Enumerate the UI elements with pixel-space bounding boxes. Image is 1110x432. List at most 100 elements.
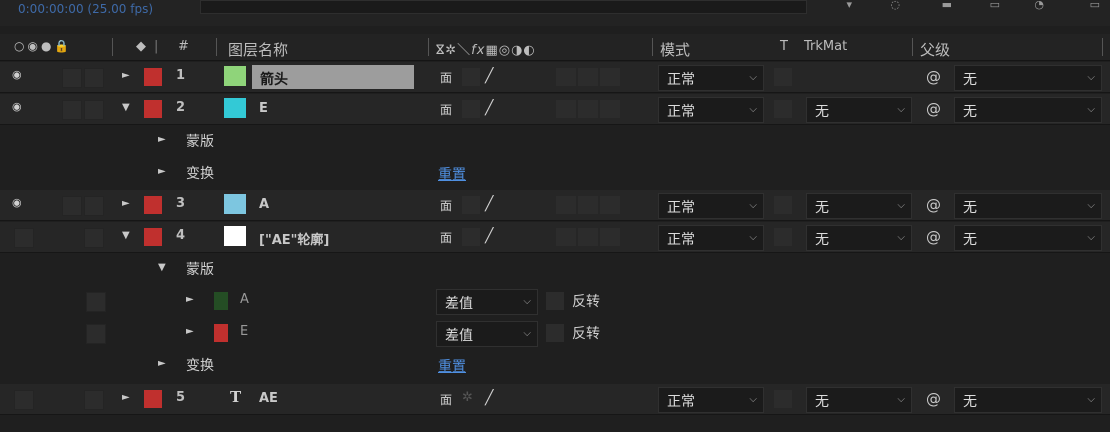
- invert-checkbox[interactable]: [546, 324, 564, 342]
- comp-flowchart-icon[interactable]: ▾: [846, 0, 852, 11]
- lock-toggle[interactable]: [84, 228, 104, 248]
- collapse-switch[interactable]: [462, 68, 480, 86]
- expand-arrow-icon[interactable]: ►: [122, 70, 130, 81]
- mask-lock-toggle[interactable]: [86, 292, 106, 312]
- expand-arrow-icon[interactable]: ►: [158, 134, 166, 145]
- quality-switch-icon[interactable]: ⾯: [440, 229, 452, 246]
- preserve-transparency-checkbox[interactable]: [774, 196, 792, 214]
- reset-link[interactable]: 重置: [438, 356, 466, 376]
- solo-toggle[interactable]: [62, 68, 82, 88]
- lock-toggle[interactable]: [84, 390, 104, 410]
- layer-row-1[interactable]: ◉ ► 1 箭头 ⾯ ╱ 正常 ⌵ @ 无 ⌵: [0, 62, 1110, 93]
- masks-group-row[interactable]: ► 蒙版: [0, 126, 1110, 156]
- search-input[interactable]: [200, 0, 807, 14]
- mask-mode-dropdown[interactable]: 差值 ⌵: [436, 321, 538, 347]
- transform-group-row[interactable]: ► 变换 重置: [0, 350, 1110, 380]
- quality-slash-icon[interactable]: ╱: [485, 228, 493, 244]
- label-color-swatch[interactable]: [144, 100, 162, 118]
- quality-slash-icon[interactable]: ╱: [485, 68, 493, 84]
- parent-dropdown[interactable]: 无 ⌵: [954, 225, 1102, 251]
- pick-whip-icon[interactable]: @: [926, 390, 941, 408]
- quality-slash-icon[interactable]: ╱: [485, 390, 493, 406]
- solo-toggle[interactable]: [62, 100, 82, 120]
- layer-row-5[interactable]: ► 5 T AE ⾯ ✲ ╱ 正常 ⌵ 无 ⌵ @ 无 ⌵: [0, 384, 1110, 415]
- masks-group-row[interactable]: ▼ 蒙版: [0, 254, 1110, 284]
- visibility-eye-icon[interactable]: ◉: [12, 69, 22, 80]
- layer-name-selected[interactable]: 箭头: [252, 65, 414, 89]
- motion-blur-icon[interactable]: ◔: [1034, 0, 1044, 11]
- lock-toggle[interactable]: [84, 196, 104, 216]
- shy-layers-icon[interactable]: ▬: [942, 0, 952, 11]
- visibility-toggle-off[interactable]: [14, 390, 34, 410]
- collapse-switch[interactable]: [462, 228, 480, 246]
- quality-switch-icon[interactable]: ⾯: [440, 69, 452, 86]
- reset-link[interactable]: 重置: [438, 164, 466, 184]
- trkmat-dropdown[interactable]: 无 ⌵: [806, 97, 912, 123]
- parent-dropdown[interactable]: 无 ⌵: [954, 97, 1102, 123]
- collapse-arrow-icon[interactable]: ▼: [158, 262, 166, 273]
- label-color-swatch[interactable]: [144, 390, 162, 408]
- collapse-arrow-icon[interactable]: ▼: [122, 230, 130, 241]
- expand-arrow-icon[interactable]: ►: [186, 294, 194, 305]
- quality-switch-icon[interactable]: ⾯: [440, 101, 452, 118]
- quality-slash-icon[interactable]: ╱: [485, 100, 493, 116]
- mode-dropdown[interactable]: 正常 ⌵: [658, 193, 764, 219]
- layer-name-header[interactable]: 图层名称: [228, 39, 288, 60]
- mask-color-swatch[interactable]: [214, 324, 228, 342]
- mode-dropdown[interactable]: 正常 ⌵: [658, 65, 764, 91]
- label-color-swatch[interactable]: [144, 228, 162, 246]
- preserve-transparency-checkbox[interactable]: [774, 390, 792, 408]
- layer-name[interactable]: ["AE"轮廓]: [259, 229, 329, 248]
- transform-group-row[interactable]: ► 变换 重置: [0, 158, 1110, 188]
- continuous-rasterize-icon[interactable]: ✲: [462, 390, 473, 405]
- expand-arrow-icon[interactable]: ►: [186, 326, 194, 337]
- preserve-transparency-checkbox[interactable]: [774, 100, 792, 118]
- lock-toggle[interactable]: [84, 68, 104, 88]
- mask-name[interactable]: A: [240, 292, 249, 307]
- label-color-swatch[interactable]: [144, 68, 162, 86]
- visibility-eye-icon[interactable]: ◉: [12, 197, 22, 208]
- mask-color-swatch[interactable]: [214, 292, 228, 310]
- parent-dropdown[interactable]: 无 ⌵: [954, 65, 1102, 91]
- parent-dropdown[interactable]: 无 ⌵: [954, 193, 1102, 219]
- expand-arrow-icon[interactable]: ►: [158, 166, 166, 177]
- mask-name[interactable]: E: [240, 324, 248, 339]
- pick-whip-icon[interactable]: @: [926, 100, 941, 118]
- layer-name[interactable]: AE: [259, 391, 278, 406]
- preserve-transparency-checkbox[interactable]: [774, 68, 792, 86]
- trkmat-dropdown[interactable]: 无 ⌵: [806, 387, 912, 413]
- label-color-swatch[interactable]: [144, 196, 162, 214]
- graph-editor-icon[interactable]: ▭: [1090, 0, 1100, 11]
- mask-row-e[interactable]: ► E 差值 ⌵ 反转: [0, 318, 1110, 348]
- mode-dropdown[interactable]: 正常 ⌵: [658, 387, 764, 413]
- mask-row-a[interactable]: ► A 差值 ⌵ 反转: [0, 286, 1110, 316]
- layer-name[interactable]: E: [259, 101, 268, 116]
- quality-switch-icon[interactable]: ⾯: [440, 197, 452, 214]
- quality-switch-icon[interactable]: ⾯: [440, 391, 452, 408]
- mask-mode-dropdown[interactable]: 差值 ⌵: [436, 289, 538, 315]
- invert-checkbox[interactable]: [546, 292, 564, 310]
- layer-row-3[interactable]: ◉ ► 3 A ⾯ ╱ 正常 ⌵ 无 ⌵ @ 无 ⌵: [0, 190, 1110, 221]
- mode-dropdown[interactable]: 正常 ⌵: [658, 225, 764, 251]
- visibility-toggle-off[interactable]: [14, 228, 34, 248]
- layer-row-4[interactable]: ▼ 4 ["AE"轮廓] ⾯ ╱ 正常 ⌵ 无 ⌵ @ 无 ⌵: [0, 222, 1110, 253]
- mask-lock-toggle[interactable]: [86, 324, 106, 344]
- trkmat-dropdown[interactable]: 无 ⌵: [806, 193, 912, 219]
- parent-dropdown[interactable]: 无 ⌵: [954, 387, 1102, 413]
- trkmat-dropdown[interactable]: 无 ⌵: [806, 225, 912, 251]
- expand-arrow-icon[interactable]: ►: [158, 358, 166, 369]
- layer-row-2[interactable]: ◉ ▼ 2 E ⾯ ╱ 正常 ⌵ 无 ⌵ @ 无 ⌵: [0, 94, 1110, 125]
- quality-slash-icon[interactable]: ╱: [485, 196, 493, 212]
- collapse-arrow-icon[interactable]: ▼: [122, 102, 130, 113]
- lock-toggle[interactable]: [84, 100, 104, 120]
- collapse-switch[interactable]: [462, 196, 480, 214]
- collapse-switch[interactable]: [462, 100, 480, 118]
- pick-whip-icon[interactable]: @: [926, 228, 941, 246]
- pick-whip-icon[interactable]: @: [926, 196, 941, 214]
- expand-arrow-icon[interactable]: ►: [122, 198, 130, 209]
- layer-name[interactable]: 箭头: [260, 69, 288, 89]
- preserve-transparency-checkbox[interactable]: [774, 228, 792, 246]
- mode-dropdown[interactable]: 正常 ⌵: [658, 97, 764, 123]
- expand-arrow-icon[interactable]: ►: [122, 392, 130, 403]
- pick-whip-icon[interactable]: @: [926, 68, 941, 86]
